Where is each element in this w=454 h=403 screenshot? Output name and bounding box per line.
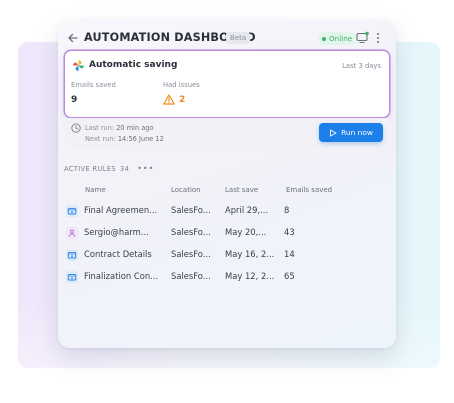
rule-emails-saved: 8 [284, 205, 290, 215]
column-header-location[interactable]: Location [171, 186, 201, 194]
automatic-saving-card: Automatic saving Last 3 days Emails save… [65, 51, 389, 117]
shared-folder-icon [66, 205, 78, 217]
online-dot-icon [322, 36, 326, 41]
rule-name: Final Agreemen... [84, 205, 158, 215]
status-label: Online [329, 34, 353, 43]
next-run-value: 14:56 June 12 [117, 135, 164, 143]
last-run-value: 20 min ago [116, 124, 154, 132]
table-row[interactable]: Contract Details SalesFo... May 16, 2...… [66, 246, 384, 264]
active-rules-heading: ACTIVE RULES 34 ••• [64, 165, 154, 174]
last-run-text: Last run: 20 min ago [85, 124, 154, 132]
emails-saved-value: 9 [71, 95, 78, 105]
rule-emails-saved: 65 [284, 271, 295, 281]
run-schedule-card: Last run: 20 min ago Next run: 14:56 Jun… [65, 118, 389, 149]
column-header-last-save[interactable]: Last save [225, 186, 258, 194]
run-now-button[interactable]: Run now [319, 123, 383, 142]
rule-name: Sergio@harm... [84, 227, 149, 237]
beta-badge: Beta [226, 32, 251, 44]
shared-folder-icon [66, 249, 78, 261]
rule-last-save: May 20,... [225, 227, 267, 237]
pinwheel-logo-icon [73, 60, 84, 71]
play-icon [330, 129, 337, 136]
rule-name: Contract Details [84, 249, 152, 259]
back-arrow-icon[interactable] [66, 31, 80, 45]
automation-dashboard-panel: AUTOMATION DASHBOARD Beta Online Automat… [58, 20, 396, 348]
active-rules-count: 34 [119, 165, 130, 173]
next-run-label: Next run: [85, 135, 116, 143]
rule-location: SalesFo... [171, 205, 211, 215]
emails-saved-label: Emails saved [71, 81, 116, 89]
more-vertical-icon[interactable] [375, 31, 381, 45]
clock-icon [71, 123, 81, 133]
table-row[interactable]: Finalization Con... SalesFo... May 12, 2… [66, 268, 384, 286]
period-label: Last 3 days [342, 62, 381, 70]
run-now-label: Run now [341, 128, 373, 137]
rule-last-save: May 16, 2... [225, 249, 275, 259]
status-badge: Online [318, 32, 358, 45]
warning-icon [163, 94, 175, 105]
rule-location: SalesFo... [171, 271, 211, 281]
column-header-name[interactable]: Name [85, 186, 106, 194]
rule-location: SalesFo... [171, 249, 211, 259]
rule-last-save: April 29,... [225, 205, 269, 215]
had-issues-value: 2 [179, 95, 186, 105]
table-row[interactable]: Sergio@harm... SalesFo... May 20,... 43 [66, 224, 384, 242]
shared-folder-icon [66, 271, 78, 283]
rule-last-save: May 12, 2... [225, 271, 275, 281]
rule-emails-saved: 14 [284, 249, 295, 259]
rule-name: Finalization Con... [84, 271, 159, 281]
last-run-label: Last run: [85, 124, 115, 132]
rule-location: SalesFo... [171, 227, 211, 237]
table-row[interactable]: Final Agreemen... SalesFo... April 29,..… [66, 202, 384, 220]
next-run-text: Next run: 14:56 June 12 [85, 135, 164, 143]
active-rules-label: ACTIVE RULES [64, 165, 116, 173]
rule-emails-saved: 43 [284, 227, 295, 237]
contact-icon [66, 227, 78, 239]
monitor-icon[interactable] [356, 31, 369, 44]
card-title: Automatic saving [89, 60, 178, 70]
more-horizontal-icon[interactable]: ••• [137, 165, 154, 173]
column-header-emails-saved[interactable]: Emails saved [286, 186, 332, 194]
had-issues-label: Had issues [163, 81, 200, 89]
